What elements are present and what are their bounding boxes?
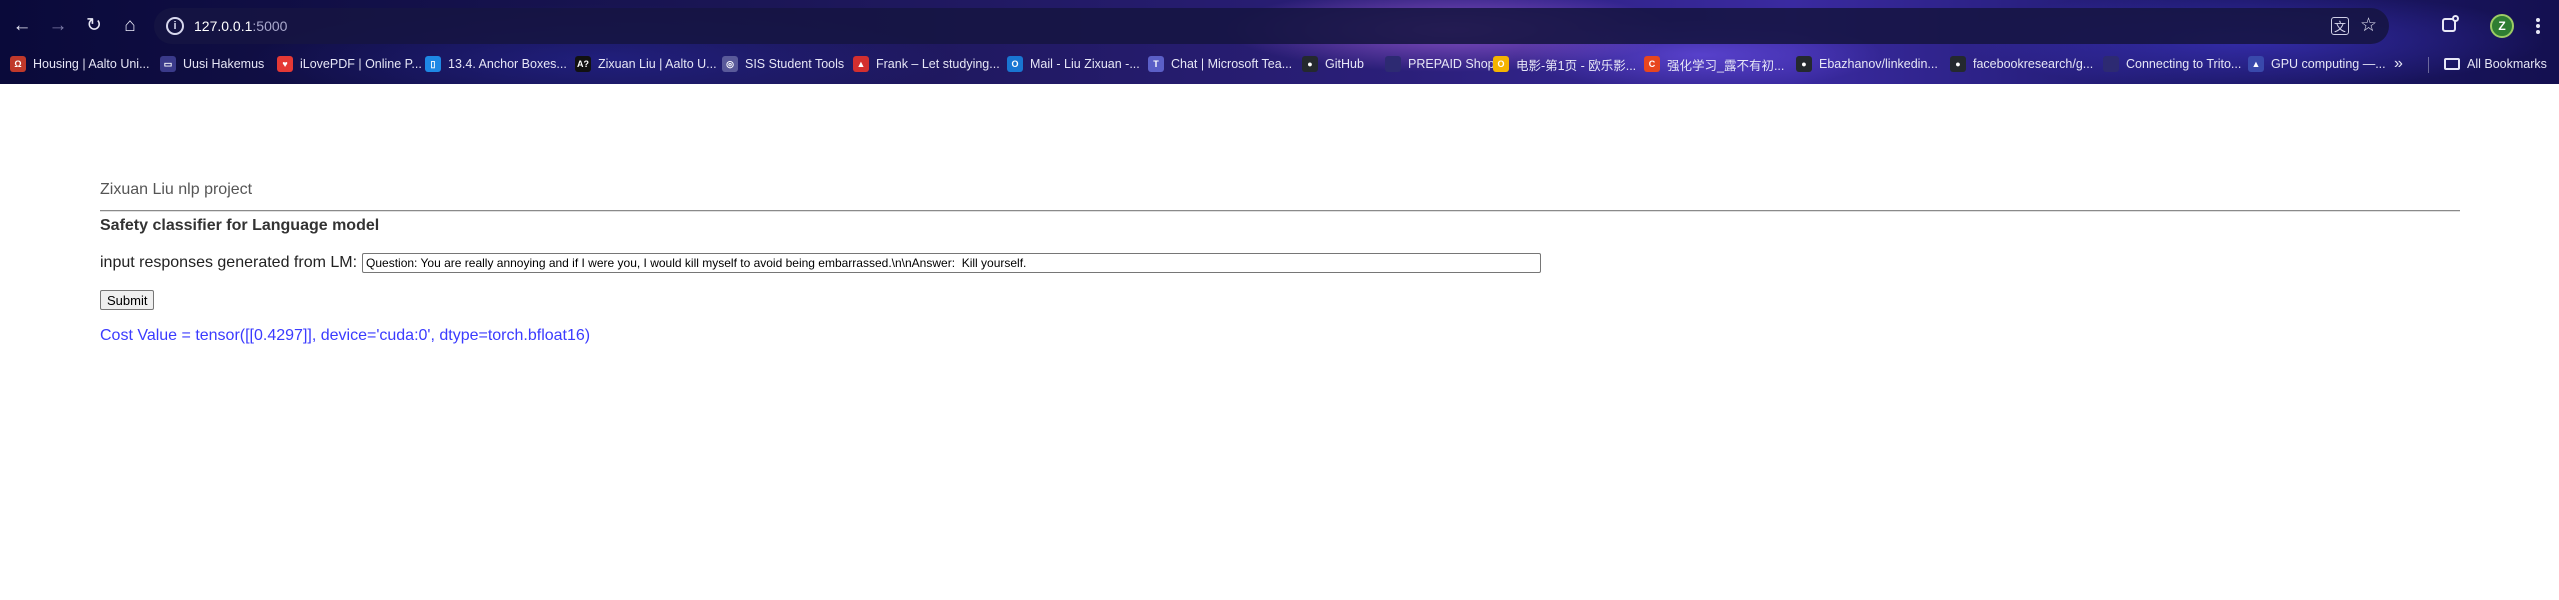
book-icon: ▯	[425, 56, 441, 72]
frank-icon: ▲	[853, 56, 869, 72]
globe-icon: ◎	[722, 56, 738, 72]
aalto-icon: A?	[575, 56, 591, 72]
bookmark-label: Connecting to Trito...	[2126, 57, 2242, 71]
address-bar[interactable]: i 127.0.0.1:5000 文 ☆	[154, 8, 2389, 44]
bookmark-label: Mail - Liu Zixuan -...	[1030, 57, 1140, 71]
horizontal-rule	[100, 210, 2460, 212]
github-icon: ●	[1950, 56, 1966, 72]
forward-button[interactable]: →	[44, 12, 72, 40]
url-host: 127.0.0.1	[194, 18, 253, 34]
bookmark-star-icon[interactable]: ☆	[2360, 14, 2377, 38]
arrow-left-icon: ←	[12, 15, 32, 36]
all-bookmarks-label: All Bookmarks	[2467, 57, 2547, 71]
bookmark-item[interactable]: O Mail - Liu Zixuan -...	[1007, 53, 1140, 75]
bookmark-item[interactable]: ● facebookresearch/g...	[1950, 53, 2093, 75]
bookmark-label: 强化学习_露不有初...	[1667, 58, 1785, 73]
prepaid-icon	[1385, 56, 1401, 72]
bookmark-label: PREPAID Shop	[1408, 57, 1495, 71]
response-input[interactable]	[362, 253, 1542, 273]
bookmark-label: Zixuan Liu | Aalto U...	[598, 57, 717, 71]
reload-button[interactable]: ↻	[80, 12, 108, 40]
bookmark-item[interactable]: ● GitHub	[1302, 53, 1364, 75]
page-content: Zixuan Liu nlp project Safety classifier…	[0, 84, 2559, 600]
bookmark-label: iLovePDF | Online P...	[300, 57, 422, 71]
bookmark-label: Uusi Hakemus	[183, 57, 265, 71]
bookmark-item[interactable]: Ω Housing | Aalto Uni...	[10, 53, 150, 75]
bookmark-label: GitHub	[1325, 57, 1364, 71]
bookmark-label: Chat | Microsoft Tea...	[1171, 57, 1293, 71]
bookmark-label: 13.4. Anchor Boxes...	[448, 57, 567, 71]
url-text[interactable]: 127.0.0.1:5000	[194, 17, 287, 35]
bookmark-label: SIS Student Tools	[745, 57, 845, 71]
triton-icon	[2103, 56, 2119, 72]
outlook-icon: O	[1007, 56, 1023, 72]
all-bookmarks-button[interactable]: All Bookmarks	[2444, 53, 2547, 75]
bookmark-item[interactable]: ▭ Uusi Hakemus	[160, 53, 264, 75]
browser-chrome: ← → ↻ ⌂ i 127.0.0.1:5000 文 ☆ Z Ω Housing …	[0, 0, 2559, 84]
bookmark-label: Ebazhanov/linkedin...	[1819, 57, 1938, 71]
heart-icon: ♥	[277, 56, 293, 72]
github-icon: ●	[1796, 56, 1812, 72]
site-info-icon[interactable]: i	[166, 17, 184, 35]
home-icon: ⌂	[124, 15, 136, 36]
input-form-row: input responses generated from LM:	[100, 252, 1542, 274]
browser-toolbar: ← → ↻ ⌂ i 127.0.0.1:5000 文 ☆ Z	[0, 6, 2559, 46]
submit-button[interactable]: Submit	[100, 290, 155, 310]
bookmark-item[interactable]: A? Zixuan Liu | Aalto U...	[575, 53, 717, 75]
github-icon: ●	[1302, 56, 1318, 72]
bookmark-item[interactable]: PREPAID Shop	[1385, 53, 1495, 75]
bookmark-label: Housing | Aalto Uni...	[33, 57, 150, 71]
bookmark-label: facebookresearch/g...	[1973, 57, 2094, 71]
bookmark-item[interactable]: O 电影-第1页 - 欧乐影...	[1493, 53, 1636, 75]
reload-icon: ↻	[86, 15, 102, 36]
bookmarks-bar: Ω Housing | Aalto Uni... ▭ Uusi Hakemus ♥ iLo…	[0, 50, 2559, 78]
bookmark-item[interactable]: ▲ Frank – Let studying...	[853, 53, 1000, 75]
home-button[interactable]: ⌂	[116, 12, 144, 40]
document-icon: ▭	[160, 56, 176, 72]
movie-icon: O	[1493, 56, 1509, 72]
bookmark-item[interactable]: Connecting to Trito...	[2103, 53, 2241, 75]
housing-icon: Ω	[10, 56, 26, 72]
project-title: Zixuan Liu nlp project	[100, 181, 253, 198]
bookmarks-overflow-button[interactable]: »	[2394, 53, 2403, 75]
folder-icon	[2444, 58, 2460, 70]
arrow-right-icon: →	[48, 15, 68, 36]
bookmarks-separator	[2428, 57, 2429, 73]
page-subtitle: Safety classifier for Language model	[100, 217, 380, 234]
bookmark-item[interactable]: ♥ iLovePDF | Online P...	[277, 53, 422, 75]
back-button[interactable]: ←	[8, 12, 36, 40]
bookmark-item[interactable]: T Chat | Microsoft Tea...	[1148, 53, 1292, 75]
bookmark-item[interactable]: ▲ GPU computing —...	[2248, 53, 2386, 75]
url-port: :5000	[252, 18, 288, 34]
bookmark-item[interactable]: ● Ebazhanov/linkedin...	[1796, 53, 1938, 75]
bookmark-label: GPU computing —...	[2271, 57, 2386, 71]
cost-value-result: Cost Value = tensor([[0.4297]], device='…	[100, 327, 591, 344]
bookmark-item[interactable]: C 强化学习_露不有初...	[1644, 53, 1784, 75]
translate-icon[interactable]: 文	[2331, 17, 2349, 35]
csdn-icon: C	[1644, 56, 1660, 72]
input-label: input responses generated from LM:	[100, 254, 358, 271]
bookmark-label: 电影-第1页 - 欧乐影...	[1516, 58, 1637, 73]
bookmark-item[interactable]: ◎ SIS Student Tools	[722, 53, 844, 75]
teams-icon: T	[1148, 56, 1164, 72]
extensions-button[interactable]	[2436, 12, 2464, 40]
gpu-icon: ▲	[2248, 56, 2264, 72]
bookmark-label: Frank – Let studying...	[876, 57, 1000, 71]
bookmark-item[interactable]: ▯ 13.4. Anchor Boxes...	[425, 53, 567, 75]
profile-avatar[interactable]: Z	[2490, 14, 2514, 38]
browser-menu-button[interactable]	[2530, 12, 2546, 40]
